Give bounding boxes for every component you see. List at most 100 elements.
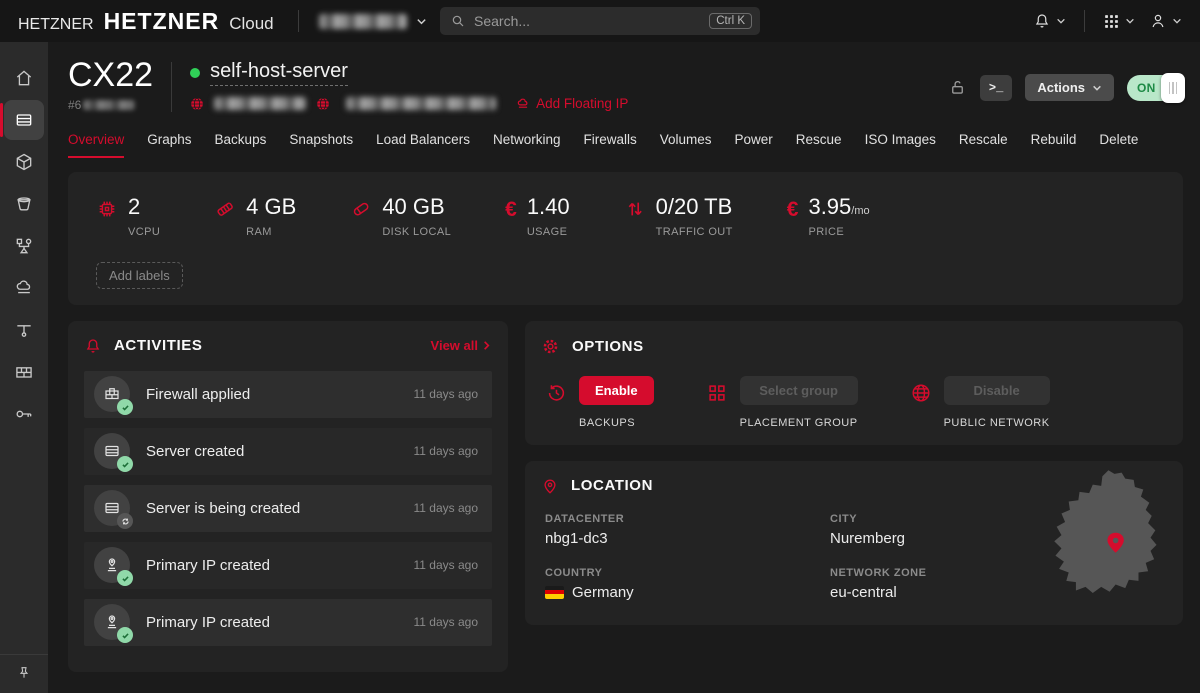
option-backups: Enable BACKUPS: [545, 376, 654, 429]
hetzner-logo[interactable]: HETZNERHETZNER Cloud: [18, 8, 274, 35]
chevron-right-icon: [481, 340, 492, 351]
tab-overview[interactable]: Overview: [68, 132, 124, 158]
success-badge: [117, 456, 133, 472]
enable-backups-button[interactable]: Enable: [579, 376, 654, 405]
stat-label: DISK LOCAL: [382, 226, 451, 238]
backup-history-icon: [545, 382, 567, 404]
header-divider: [171, 62, 172, 112]
sidebar-item-home[interactable]: [4, 58, 44, 98]
network-icon: [14, 320, 34, 340]
notifications-menu[interactable]: [1033, 12, 1066, 30]
option-label: PLACEMENT GROUP: [740, 417, 858, 429]
option-label: PUBLIC NETWORK: [944, 417, 1050, 429]
stat-disk: 40 GB DISK LOCAL: [350, 196, 451, 238]
tab-graphs[interactable]: Graphs: [147, 132, 191, 158]
activities-title: ACTIVITIES: [114, 337, 203, 354]
user-menu[interactable]: [1149, 12, 1182, 30]
germany-map: [1045, 469, 1167, 611]
option-placement-group: Select group PLACEMENT GROUP: [706, 376, 858, 429]
actions-button[interactable]: Actions: [1025, 74, 1114, 101]
search-bar[interactable]: Ctrl K: [440, 7, 760, 35]
tab-power[interactable]: Power: [735, 132, 773, 158]
activity-text: Server is being created: [146, 500, 414, 517]
stat-value: 3.95/mo: [808, 196, 869, 218]
disable-public-network-button[interactable]: Disable: [944, 376, 1050, 405]
grid-icon: [1103, 13, 1120, 30]
sidebar-item-images[interactable]: [4, 142, 44, 182]
topbar-divider: [298, 10, 299, 32]
sidebar-item-networks[interactable]: [4, 310, 44, 350]
globe-icon: [910, 382, 932, 404]
search-input[interactable]: [474, 13, 709, 29]
sidebar-item-servers[interactable]: [4, 100, 44, 140]
tab-snapshots[interactable]: Snapshots: [289, 132, 353, 158]
tab-firewalls[interactable]: Firewalls: [583, 132, 636, 158]
firewall-icon: [14, 362, 34, 382]
bell-icon: [1033, 12, 1051, 30]
stat-vcpu: 2VCPU: [96, 196, 160, 238]
top-bar: HETZNERHETZNER Cloud Ctrl K: [0, 0, 1200, 42]
success-badge: [117, 399, 133, 415]
activity-time: 11 days ago: [414, 615, 479, 629]
sidebar-item-floating-ips[interactable]: [4, 268, 44, 308]
sidebar-item-security[interactable]: [4, 394, 44, 434]
power-toggle[interactable]: ON: [1127, 75, 1183, 101]
key-icon: [14, 404, 34, 424]
stat-label: PRICE: [808, 226, 869, 238]
search-icon: [450, 13, 466, 29]
add-labels-button[interactable]: Add labels: [96, 262, 183, 289]
activities-list: Firewall applied 11 days ago Server crea…: [84, 371, 492, 646]
activity-time: 11 days ago: [414, 387, 479, 401]
stat-value: 1.40: [527, 196, 570, 218]
field-label: COUNTRY: [545, 567, 830, 579]
server-id-prefix: #6: [68, 98, 81, 112]
option-label: BACKUPS: [579, 417, 654, 429]
tab-load-balancers[interactable]: Load Balancers: [376, 132, 470, 158]
server-tabs: Overview Graphs Backups Snapshots Load B…: [68, 132, 1183, 158]
tab-volumes[interactable]: Volumes: [660, 132, 712, 158]
floating-ip-add-icon: [516, 97, 530, 111]
redacted-server-id: [83, 100, 135, 110]
sidebar: [0, 42, 48, 693]
tab-iso-images[interactable]: ISO Images: [865, 132, 936, 158]
server-type: CX22: [68, 58, 153, 94]
server-stats-panel: 2VCPU 4 GBRAM 40 GBDISK LOCAL € 1.40USAG…: [68, 172, 1183, 305]
apps-menu[interactable]: [1103, 13, 1135, 30]
stat-value: 40 GB: [382, 196, 451, 218]
select-group-button[interactable]: Select group: [740, 376, 858, 405]
tab-rebuild[interactable]: Rebuild: [1031, 132, 1077, 158]
traffic-icon: [624, 198, 646, 220]
tab-rescue[interactable]: Rescue: [796, 132, 842, 158]
tab-delete[interactable]: Delete: [1099, 132, 1138, 158]
add-floating-ip-link[interactable]: Add Floating IP: [516, 96, 628, 111]
activities-panel: ACTIVITIES View all Firewall applied 11 …: [68, 321, 508, 672]
chevron-down-icon: [1172, 16, 1182, 26]
server-name[interactable]: self-host-server: [210, 60, 348, 86]
location-panel: LOCATION DATACENTER nbg1-dc3 CITY Nuremb…: [525, 461, 1183, 625]
chevron-down-icon: [1092, 83, 1102, 93]
activity-time: 11 days ago: [414, 444, 479, 458]
tab-networking[interactable]: Networking: [493, 132, 561, 158]
activity-text: Server created: [146, 443, 414, 460]
actions-label: Actions: [1037, 80, 1085, 95]
sidebar-item-volumes[interactable]: [4, 184, 44, 224]
sidebar-item-load-balancers[interactable]: [4, 226, 44, 266]
sidebar-pin-toggle[interactable]: [0, 654, 48, 693]
load-balancer-icon: [14, 236, 34, 256]
tab-rescale[interactable]: Rescale: [959, 132, 1008, 158]
right-column: OPTIONS Enable BACKUPS Select group: [525, 321, 1183, 625]
console-button[interactable]: >_: [980, 75, 1012, 101]
toggle-knob: [1161, 73, 1185, 103]
protection-lock-icon[interactable]: [948, 78, 967, 97]
project-selector[interactable]: [319, 14, 427, 29]
cube-icon: [14, 152, 34, 172]
stat-label: RAM: [246, 226, 296, 238]
tab-backups[interactable]: Backups: [215, 132, 267, 158]
price-period-suffix: /mo: [851, 205, 869, 217]
view-all-link[interactable]: View all: [431, 338, 492, 353]
topbar-divider: [1084, 10, 1085, 32]
success-badge: [117, 570, 133, 586]
germany-flag-icon: [545, 586, 564, 599]
sidebar-item-firewalls[interactable]: [4, 352, 44, 392]
activity-text: Firewall applied: [146, 386, 414, 403]
